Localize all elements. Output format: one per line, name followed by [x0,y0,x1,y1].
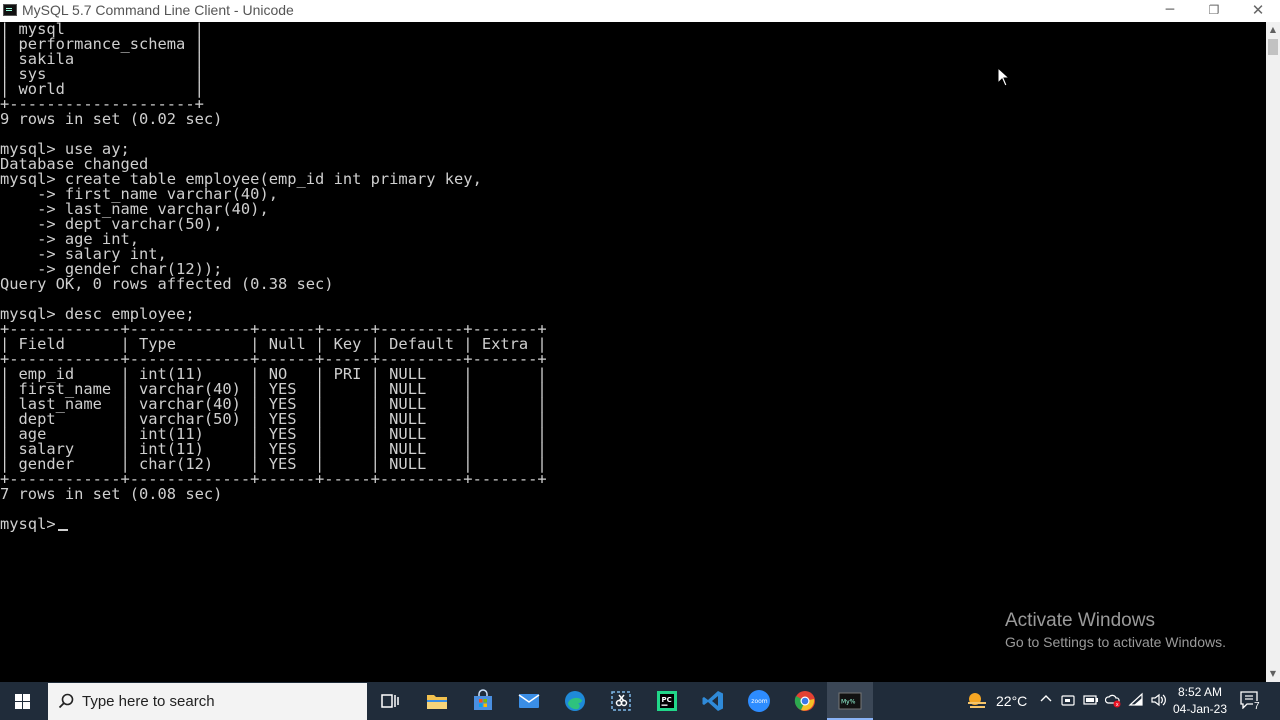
clock-time[interactable]: 8:52 AM [1177,685,1223,699]
show-hidden-icons-chevron-icon[interactable] [1040,693,1052,708]
weather-temperature[interactable]: 22°C [996,693,1027,709]
search-placeholder: Type here to search [82,693,215,710]
taskbar-search-box[interactable]: Type here to search [48,683,367,720]
zoom-icon[interactable]: zoom [747,689,771,713]
task-view-icon[interactable] [378,689,402,713]
battery-icon[interactable] [1083,693,1099,710]
mouse-pointer-icon [997,67,1011,87]
scroll-up-arrow-icon[interactable]: ▲ [1266,22,1280,38]
window-title: MySQL 5.7 Command Line Client - Unicode [22,2,294,18]
console-line: Query OK, 0 rows affected (0.38 sec) [0,275,334,293]
text-cursor [58,529,68,531]
window-title-bar[interactable]: MySQL 5.7 Command Line Client - Unicode … [0,0,1280,22]
svg-text:zoom: zoom [751,698,767,705]
windows-logo-icon [15,694,30,709]
vscode-icon[interactable] [701,689,725,713]
chrome-icon[interactable] [793,689,817,713]
maximize-button[interactable]: ❐ [1192,0,1236,22]
console-line: 9 rows in set (0.02 sec) [0,110,223,128]
activate-windows-subtitle: Go to Settings to activate Windows. [1005,634,1226,650]
console-line: 7 rows in set (0.08 sec) [0,485,223,503]
svg-text:My%: My% [841,699,856,706]
notification-count-badge: 7 [1253,701,1261,712]
search-icon [58,693,74,709]
minimize-button[interactable]: ─ [1148,0,1192,22]
mysql-client-icon[interactable]: My% [838,689,862,713]
scrollbar-thumb[interactable] [1268,39,1278,55]
start-button[interactable] [0,682,46,720]
mysql-console-icon [3,4,17,16]
vertical-scrollbar[interactable]: ▲ ▼ [1266,22,1280,682]
svg-text:x: x [1116,702,1119,708]
volume-icon[interactable] [1150,692,1166,711]
wifi-icon[interactable] [1128,692,1144,711]
svg-text:PC: PC [662,696,672,704]
console-output[interactable]: | mysql | | performance_schema | | sakila … [0,22,1266,682]
meet-now-icon[interactable] [1061,693,1075,710]
microsoft-store-icon[interactable] [471,689,495,713]
clock-date[interactable]: 04-Jan-23 [1172,702,1228,716]
snipping-tool-icon[interactable] [609,689,633,713]
onedrive-error-icon[interactable]: x [1104,692,1121,711]
close-button[interactable]: ✕ [1236,0,1280,22]
pycharm-icon[interactable]: PC [655,689,679,713]
taskbar: Type here to search PC zoom My% 22°C x 8… [0,682,1280,720]
edge-icon[interactable] [563,689,587,713]
file-explorer-icon[interactable] [425,689,449,713]
console-line: mysql> [0,515,56,533]
weather-icon[interactable] [965,690,989,715]
activate-windows-title: Activate Windows [1005,610,1155,631]
scroll-down-arrow-icon[interactable]: ▼ [1266,666,1280,682]
mail-icon[interactable] [517,689,541,713]
